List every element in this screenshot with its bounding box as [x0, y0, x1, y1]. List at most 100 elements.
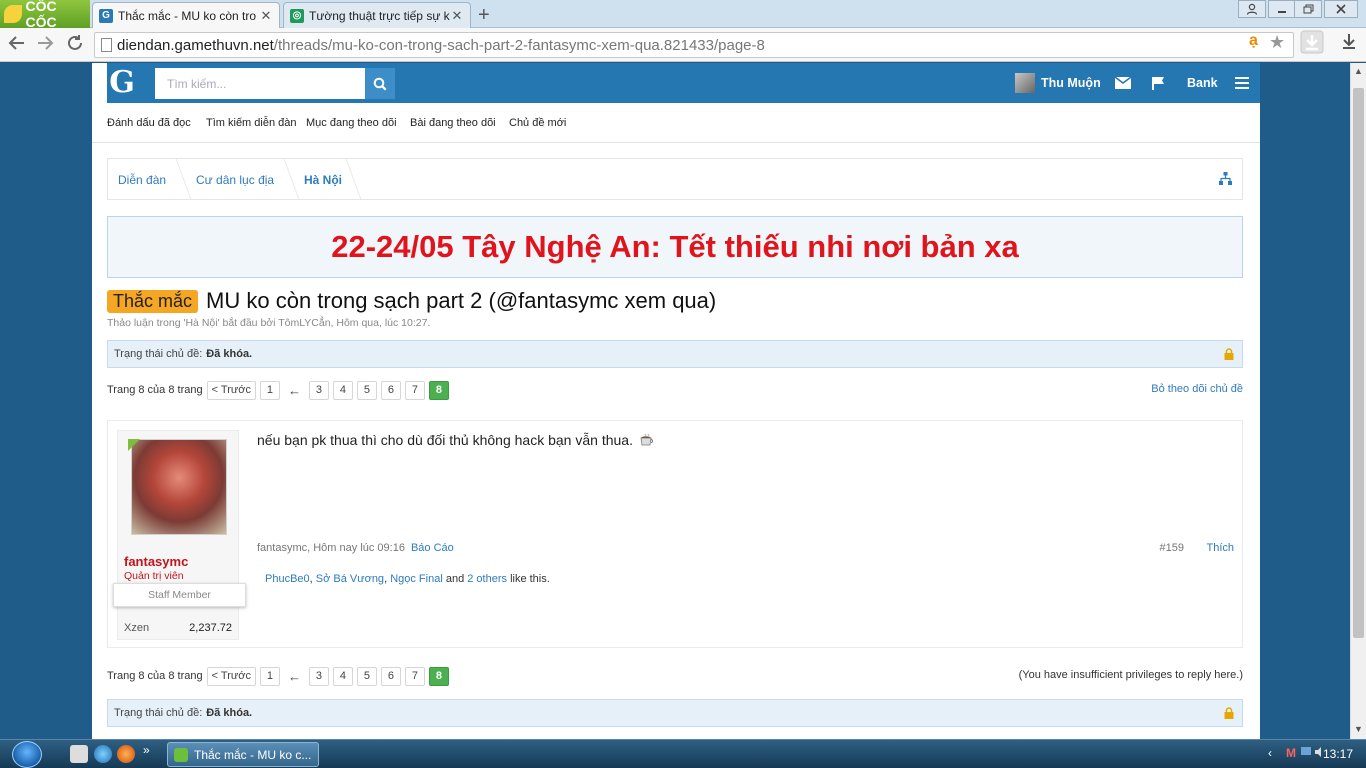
- page-button[interactable]: 6: [380, 666, 401, 686]
- post-author-date[interactable]: fantasymc, Hôm nay lúc 09:16: [257, 542, 405, 554]
- current-page-button[interactable]: 8: [428, 380, 449, 400]
- tray-expand-chevron-icon[interactable]: ‹: [1268, 746, 1272, 760]
- browser-nav-bar: diendan.gamethuvn.net/threads/mu-ko-con-…: [0, 28, 1366, 62]
- envelope-icon: [1115, 77, 1131, 89]
- close-tab-icon[interactable]: ✕: [259, 8, 273, 24]
- lock-icon: [1224, 348, 1234, 360]
- page-button[interactable]: 6: [380, 380, 401, 400]
- coccoc-dictionary-icon[interactable]: ạ: [1249, 32, 1258, 50]
- download-icon[interactable]: [1340, 32, 1358, 55]
- report-link[interactable]: Báo Cáo: [411, 542, 454, 554]
- page-button[interactable]: 4: [332, 666, 353, 686]
- page-button[interactable]: 7: [404, 380, 425, 400]
- status-value: Đã khóa.: [206, 707, 253, 719]
- prev-page-button[interactable]: < Trước: [206, 380, 256, 400]
- unikey-tray-icon[interactable]: M: [1286, 746, 1296, 760]
- savior-download-icon[interactable]: [1300, 30, 1324, 59]
- liker-link[interactable]: Sở Bá Vương: [316, 573, 384, 585]
- network-globe-icon[interactable]: [94, 745, 112, 763]
- bank-link[interactable]: Bank: [1187, 63, 1218, 103]
- more-launch-icons-chevron-icon[interactable]: »: [143, 743, 150, 757]
- post-meta: fantasymc, Hôm nay lúc 09:16 Báo Cáo: [257, 542, 454, 554]
- like-button[interactable]: Thích: [1206, 542, 1234, 554]
- sitemap-icon[interactable]: [1219, 172, 1232, 185]
- page-button[interactable]: 3: [308, 380, 329, 400]
- reload-icon[interactable]: [66, 34, 84, 58]
- page-button[interactable]: 5: [356, 666, 377, 686]
- hamburger-menu-button[interactable]: [1235, 63, 1249, 103]
- post-user-panel: fantasymc Quản trị viên Staff Member Xze…: [113, 430, 246, 640]
- forward-arrow-icon[interactable]: [36, 34, 54, 58]
- new-tab-button[interactable]: +: [478, 4, 490, 27]
- prev-page-button[interactable]: < Trước: [206, 666, 256, 686]
- site-logo[interactable]: G: [107, 67, 137, 99]
- pagination-bottom: Trang 8 của 8 trang < Trước 1 ← 3 4 5 6 …: [107, 666, 453, 686]
- event-banner[interactable]: 22-24/05 Tây Nghệ An: Tết thiếu nhi nơi …: [107, 216, 1243, 278]
- watched-threads-link[interactable]: Mục đang theo dõi: [306, 117, 397, 129]
- likes-summary: PhucBe0, Sở Bá Vương, Ngọc Final and 2 o…: [265, 573, 550, 585]
- skipped-pages-arrow[interactable]: ←: [288, 383, 301, 398]
- page-button[interactable]: 3: [308, 666, 329, 686]
- breadcrumb-forums[interactable]: Diễn đàn: [118, 173, 166, 187]
- skipped-pages-arrow[interactable]: ←: [288, 669, 301, 684]
- liker-link[interactable]: Ngọc Final: [390, 573, 443, 585]
- back-arrow-icon[interactable]: [8, 34, 26, 58]
- scroll-up-arrow-icon[interactable]: ▲: [1354, 66, 1363, 76]
- new-threads-link[interactable]: Chủ đề mới: [509, 117, 566, 129]
- status-label: Trạng thái chủ đề:: [114, 707, 203, 719]
- site-favicon-icon: ◎: [290, 8, 304, 23]
- post-number-link[interactable]: #159: [1160, 542, 1184, 554]
- close-window-icon[interactable]: [1324, 0, 1358, 18]
- current-page-button[interactable]: 8: [428, 666, 449, 686]
- search-forums-link[interactable]: Tìm kiếm diễn đàn: [206, 117, 296, 129]
- page-1-button[interactable]: 1: [259, 380, 280, 400]
- thread-prefix-badge[interactable]: Thắc mắc: [107, 289, 199, 313]
- post-message: nếu bạn pk thua thì cho dù đối thủ không…: [257, 432, 655, 448]
- page-button[interactable]: 5: [356, 380, 377, 400]
- breadcrumb-current[interactable]: Hà Nội: [304, 173, 342, 187]
- unwatch-thread-link[interactable]: Bỏ theo dõi chủ đề: [1151, 383, 1243, 395]
- scroll-down-arrow-icon[interactable]: ▼: [1354, 724, 1363, 734]
- account-menu[interactable]: Thu Muộn: [1015, 63, 1101, 103]
- thread-title-text: MU ko còn trong sạch part 2 (@fantasymc …: [206, 288, 717, 313]
- show-desktop-icon[interactable]: [70, 745, 88, 763]
- close-tab-icon[interactable]: ✕: [450, 8, 464, 24]
- page-button[interactable]: 4: [332, 380, 353, 400]
- page-icon: [101, 38, 112, 52]
- address-bar[interactable]: diendan.gamethuvn.net/threads/mu-ko-con-…: [94, 32, 1294, 58]
- thread-status-bar: Trạng thái chủ đề: Đã khóa.: [107, 340, 1243, 368]
- taskbar-browser-window[interactable]: Thắc mắc - MU ko c...: [167, 742, 319, 767]
- restore-window-icon[interactable]: [1294, 0, 1322, 18]
- bookmark-star-icon[interactable]: ★: [1269, 32, 1285, 53]
- alerts-button[interactable]: [1152, 63, 1166, 103]
- likes-suffix: like this.: [510, 573, 550, 585]
- minimize-window-icon[interactable]: [1268, 0, 1296, 18]
- page-scrollbar[interactable]: ▲ ▼: [1350, 63, 1366, 739]
- watched-posts-link[interactable]: Bài đang theo dõi: [410, 117, 496, 129]
- user-profile-icon[interactable]: [1238, 0, 1266, 18]
- firefox-icon[interactable]: [117, 745, 135, 763]
- start-button[interactable]: [12, 741, 42, 768]
- system-clock[interactable]: 13:17: [1323, 747, 1353, 761]
- liker-link[interactable]: PhucBe0: [265, 573, 310, 585]
- search-button[interactable]: [365, 68, 395, 99]
- gamethu-favicon-icon: G: [99, 8, 113, 23]
- breadcrumb-divider: [162, 159, 192, 199]
- browser-tab-inactive[interactable]: ◎ Tường thuật trực tiếp sự ki ✕: [283, 2, 471, 28]
- sub-navigation: Đánh dấu đã đọc Tìm kiếm diễn đàn Mục đa…: [92, 103, 1260, 143]
- likes-others-link[interactable]: 2 others: [467, 573, 507, 585]
- inbox-button[interactable]: [1115, 63, 1131, 103]
- xzen-label: Xzen: [124, 622, 150, 634]
- tray-flag-icon[interactable]: [1300, 746, 1312, 761]
- browser-tab-active[interactable]: G Thắc mắc - MU ko còn tro ✕: [92, 2, 280, 28]
- search-input[interactable]: [155, 68, 365, 99]
- page-button[interactable]: 7: [404, 666, 425, 686]
- user-avatar[interactable]: [131, 439, 227, 535]
- browser-logo[interactable]: CỐC CỐC: [0, 0, 90, 30]
- post-author-name[interactable]: fantasymc: [124, 554, 188, 569]
- mark-read-link[interactable]: Đánh dấu đã đọc: [107, 117, 191, 129]
- scrollbar-thumb[interactable]: [1353, 88, 1364, 638]
- breadcrumb-category[interactable]: Cư dân lục địa: [196, 173, 274, 187]
- page-1-button[interactable]: 1: [259, 666, 280, 686]
- site-header: G Thu Muộn Bank: [107, 63, 1260, 103]
